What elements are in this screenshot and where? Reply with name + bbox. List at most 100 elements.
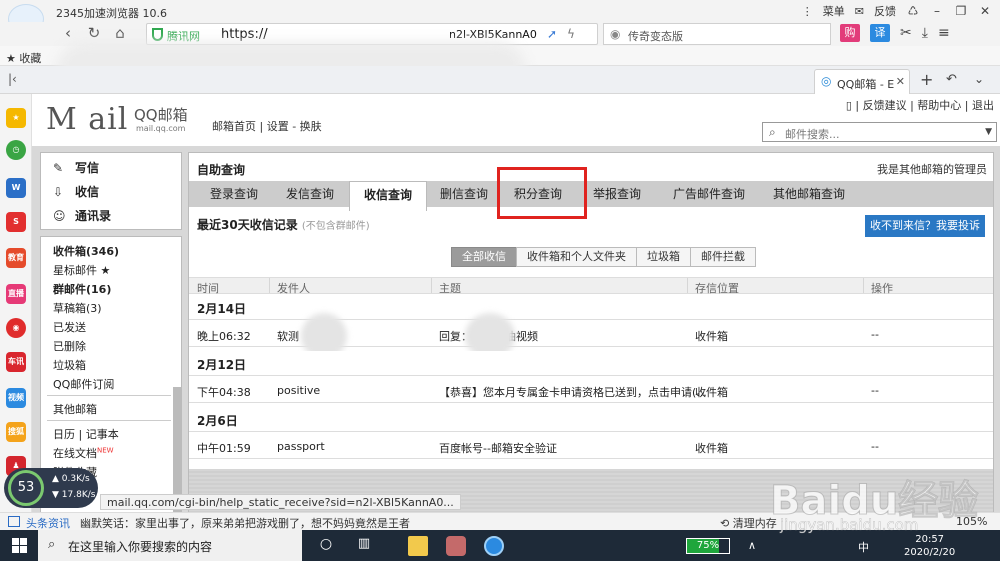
- phone-icon[interactable]: ▯: [846, 99, 852, 112]
- folder-inbox[interactable]: 收件箱(346): [53, 243, 119, 259]
- tab-other-query[interactable]: 其他邮箱查询: [761, 181, 857, 207]
- menu-icon[interactable]: ⋮: [802, 5, 813, 18]
- shopping-icon[interactable]: 购: [840, 24, 860, 42]
- link-home[interactable]: 邮箱首页: [212, 120, 256, 133]
- folder-starred[interactable]: 星标邮件 ★: [53, 262, 110, 278]
- ime-indicator[interactable]: 中: [858, 539, 869, 555]
- feedback-icon[interactable]: ✉: [855, 5, 864, 18]
- mail-search-input[interactable]: ⌕ 邮件搜索... ▼: [762, 122, 997, 142]
- browser-search[interactable]: ◉ 传奇变态版: [603, 23, 831, 45]
- nav-tools: 购 译 ✂ ⤓ ≡: [840, 24, 950, 42]
- chevron-down-icon[interactable]: ▼: [985, 127, 992, 137]
- scissors-icon[interactable]: ✂: [900, 25, 912, 41]
- taskbar-search[interactable]: ⌕ 在这里输入你要搜索的内容: [38, 530, 302, 561]
- lightning-icon[interactable]: ϟ: [567, 27, 575, 41]
- contacts-button[interactable]: ☺ 通讯录: [53, 207, 111, 224]
- link-help[interactable]: 帮助中心: [917, 99, 961, 112]
- battery-indicator[interactable]: 75%: [686, 538, 730, 554]
- divider: [47, 420, 171, 421]
- minimize-icon[interactable]: –: [930, 4, 944, 18]
- close-icon[interactable]: ✕: [978, 4, 992, 18]
- new-tab-icon[interactable]: +: [920, 70, 933, 89]
- folder-subscriptions[interactable]: QQ邮件订阅: [53, 376, 114, 392]
- sidebar-app-live[interactable]: 直播: [6, 284, 26, 304]
- compose-button[interactable]: ✎ 写信: [53, 159, 99, 176]
- rocket-icon[interactable]: ➚: [547, 27, 557, 41]
- folder-spam[interactable]: 垃圾箱: [53, 357, 86, 373]
- cortana-icon[interactable]: ○: [316, 536, 336, 556]
- translate-icon[interactable]: 译: [870, 24, 890, 42]
- tab-report-query[interactable]: 举报查询: [579, 181, 655, 207]
- folder-group[interactable]: 群邮件(16): [53, 281, 111, 297]
- url-protocol: https://: [221, 27, 268, 42]
- sidebar-app-sohu[interactable]: 搜狐: [6, 422, 26, 442]
- tab-send-query[interactable]: 发信查询: [273, 181, 347, 207]
- download-icon[interactable]: ⤓: [922, 25, 928, 41]
- weibo-icon[interactable]: S: [6, 212, 26, 232]
- folder-sent[interactable]: 已发送: [53, 319, 86, 335]
- link-logout[interactable]: 退出: [972, 99, 994, 112]
- windows-start-icon[interactable]: [12, 538, 27, 553]
- tab-receive-query[interactable]: 收信查询: [349, 181, 427, 211]
- link-feedback[interactable]: 反馈建议: [863, 99, 907, 112]
- ie-browser-icon[interactable]: [484, 536, 504, 556]
- news-icon: [8, 516, 20, 527]
- filter-blocked[interactable]: 邮件拦截: [690, 247, 756, 267]
- folder-drafts[interactable]: 草稿箱(3): [53, 300, 102, 316]
- feedback-label[interactable]: 反馈: [874, 3, 896, 19]
- clock-icon[interactable]: ◷: [6, 140, 26, 160]
- search-engine-icon[interactable]: ◉: [610, 27, 620, 41]
- favorites-label[interactable]: ★ 收藏: [6, 50, 41, 66]
- sidebar-app-education[interactable]: 教育: [6, 248, 26, 268]
- app-icon[interactable]: [446, 536, 466, 556]
- tab-ad-query[interactable]: 广告邮件查询: [661, 181, 757, 207]
- restore-icon[interactable]: ❐: [954, 4, 968, 18]
- back-icon[interactable]: ‹: [58, 24, 78, 42]
- menu-label[interactable]: 菜单: [823, 3, 845, 19]
- table-row[interactable]: 下午04:38 positive 【恭喜】您本月专属金卡申请资格已送到，点击申请…: [189, 375, 993, 403]
- mail-logo[interactable]: M ail: [46, 102, 128, 137]
- link-settings[interactable]: 设置: [267, 120, 289, 133]
- tab-list-icon[interactable]: ⌄: [974, 72, 984, 86]
- link-notes[interactable]: 记事本: [86, 428, 119, 441]
- table-row[interactable]: 中午01:59 passport 百度帐号--邮箱安全验证 收件箱 --: [189, 431, 993, 459]
- link-online-docs[interactable]: 在线文档NEW: [53, 445, 114, 461]
- sidebar-app-car[interactable]: 车讯: [6, 352, 26, 372]
- sidebar-toggle-icon[interactable]: |‹: [8, 72, 17, 86]
- tab-login-query[interactable]: 登录查询: [197, 181, 271, 207]
- complain-button[interactable]: 收不到来信？我要投诉: [865, 215, 985, 237]
- divider: [47, 395, 171, 396]
- filter-inbox-folders[interactable]: 收件箱和个人文件夹: [516, 247, 637, 267]
- tab-qqmail[interactable]: ◎ QQ邮箱 - E ✕: [814, 69, 910, 94]
- sidebar-app-video[interactable]: 视频: [6, 388, 26, 408]
- tray-chevron-icon[interactable]: ∧: [748, 539, 756, 552]
- folder-other-mailbox[interactable]: 其他邮箱: [53, 401, 97, 417]
- file-explorer-icon[interactable]: [408, 536, 428, 556]
- news-ticker[interactable]: 幽默笑话：家里出事了，原来弟弟把游戏删了，想不妈妈竟然是王者: [80, 515, 410, 531]
- undo-close-icon[interactable]: ↶: [946, 72, 957, 87]
- tab-delete-query[interactable]: 删信查询: [429, 181, 499, 207]
- online-docs-label: 在线文档: [53, 447, 97, 460]
- tab-close-icon[interactable]: ✕: [896, 75, 905, 88]
- col-subject: 主题: [439, 282, 461, 295]
- task-view-icon[interactable]: ▥: [354, 536, 374, 556]
- link-skin[interactable]: 换肤: [300, 120, 322, 133]
- calendar-notes: 日历 | 记事本: [53, 428, 119, 441]
- news-label[interactable]: 头条资讯: [26, 515, 70, 531]
- star-icon[interactable]: ★: [6, 108, 26, 128]
- filter-spam[interactable]: 垃圾箱: [636, 247, 691, 267]
- home-icon[interactable]: ⌂: [110, 24, 130, 42]
- word-icon[interactable]: W: [6, 178, 26, 198]
- sidebar-app-circle[interactable]: ◉: [6, 318, 26, 338]
- refresh-icon[interactable]: ↻: [84, 24, 104, 42]
- filter-all[interactable]: 全部收信: [451, 247, 517, 267]
- filter-group: 全部收信 收件箱和个人文件夹 垃圾箱 邮件拦截: [451, 247, 756, 267]
- pen-icon: ✎: [53, 161, 64, 175]
- folder-deleted[interactable]: 已删除: [53, 338, 86, 354]
- link-calendar[interactable]: 日历: [53, 428, 75, 441]
- shirt-icon[interactable]: ♺: [906, 4, 920, 18]
- admin-link[interactable]: 我是其他邮箱的管理员: [877, 161, 987, 177]
- speed-widget[interactable]: 53 ▲ 0.3K/s ▼ 17.8K/s: [4, 468, 98, 508]
- receive-button[interactable]: ⇩ 收信: [53, 183, 99, 200]
- more-icon[interactable]: ≡: [938, 25, 950, 41]
